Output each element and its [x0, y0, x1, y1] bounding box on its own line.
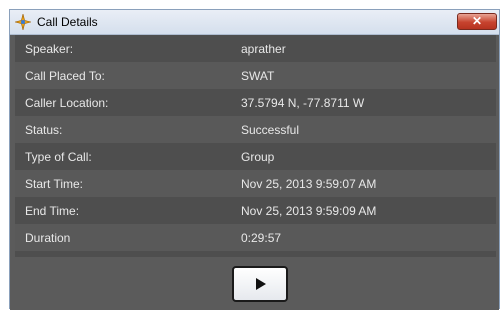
detail-value: SWAT — [241, 69, 275, 83]
close-icon: ✕ — [471, 14, 483, 28]
detail-value: Nov 25, 2013 9:59:09 AM — [241, 204, 377, 218]
detail-row-speaker: Speaker: aprather — [15, 35, 496, 62]
detail-value: 0:29:57 — [241, 231, 282, 245]
detail-value: 37.5794 N, -77.8711 W — [241, 96, 365, 110]
detail-label: Start Time: — [25, 177, 84, 191]
detail-row-type-of-call: Type of Call: Group — [15, 143, 496, 170]
play-icon — [256, 278, 266, 290]
detail-label: Call Placed To: — [25, 69, 105, 83]
detail-row-status: Status: Successful — [15, 116, 496, 143]
title-bar[interactable]: Call Details ✕ — [10, 10, 499, 35]
footer-bar — [10, 258, 499, 310]
detail-label: Speaker: — [25, 42, 74, 56]
detail-value: Nov 25, 2013 9:59:07 AM — [241, 177, 377, 191]
detail-label: Status: — [25, 123, 63, 137]
detail-row-call-placed-to: Call Placed To: SWAT — [15, 62, 496, 89]
call-details-window: Call Details ✕ Speaker: aprather Call Pl… — [9, 9, 500, 310]
play-button[interactable] — [232, 266, 288, 302]
close-button[interactable]: ✕ — [457, 13, 497, 30]
detail-row-duration: Duration 0:29:57 — [15, 224, 496, 251]
detail-label: Duration — [25, 231, 71, 245]
detail-label: Type of Call: — [25, 150, 92, 164]
detail-value: Successful — [241, 123, 300, 137]
detail-label: Caller Location: — [25, 96, 109, 110]
details-table: Speaker: aprather Call Placed To: SWAT C… — [15, 35, 496, 257]
detail-row-caller-location: Caller Location: 37.5794 N, -77.8711 W — [15, 89, 496, 116]
detail-value: Group — [241, 150, 275, 164]
detail-row-end-time: End Time: Nov 25, 2013 9:59:09 AM — [15, 197, 496, 224]
window-title: Call Details — [37, 15, 98, 29]
star-compass-icon — [14, 13, 32, 31]
detail-row-start-time: Start Time: Nov 25, 2013 9:59:07 AM — [15, 170, 496, 197]
detail-label: End Time: — [25, 204, 80, 218]
detail-value: aprather — [241, 42, 286, 56]
